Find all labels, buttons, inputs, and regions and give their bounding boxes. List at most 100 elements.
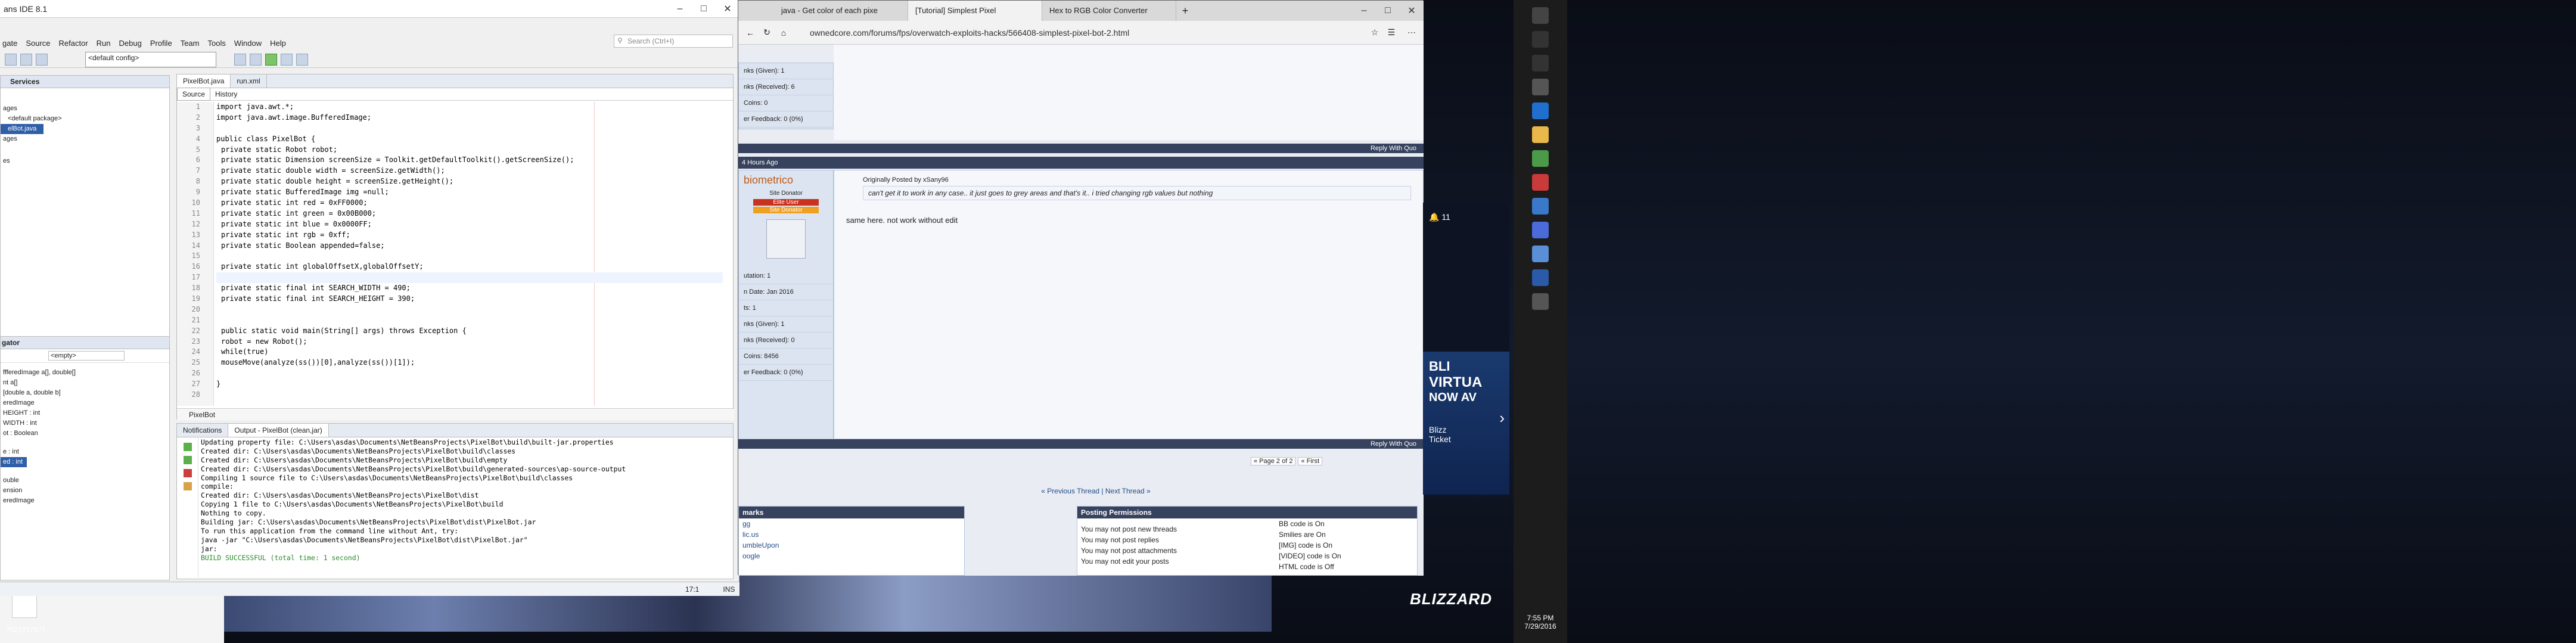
favorite-star-icon[interactable]: ☆ [1366, 27, 1383, 38]
undo-icon[interactable] [20, 53, 32, 66]
rerun-options-icon[interactable] [183, 456, 192, 464]
code-line[interactable]: private static final int SEARCH_HEIGHT =… [216, 294, 723, 305]
code-line[interactable]: private static final int SEARCH_WIDTH = … [216, 283, 723, 294]
navigator-item[interactable]: ension [1, 486, 169, 496]
history-button[interactable]: History [210, 88, 242, 100]
code-line[interactable]: private static int red = 0xFF0000; [216, 198, 723, 209]
navigator-item[interactable]: nt a[] [1, 378, 169, 388]
navigator-item-selected[interactable]: ed : int [1, 457, 27, 467]
code-line[interactable]: private static int rgb = 0xff; [216, 230, 723, 241]
run-icon[interactable] [265, 53, 277, 66]
refresh-icon[interactable]: ↻ [759, 27, 775, 38]
task-view-icon[interactable] [1532, 55, 1549, 72]
config-select[interactable]: <default config> [85, 51, 216, 67]
tree-item[interactable]: ages [1, 134, 169, 144]
smilies-status[interactable]: Smilies are On [1279, 529, 1341, 540]
clean-build-icon[interactable] [250, 53, 262, 66]
code-line[interactable]: private static double width = screenSize… [216, 166, 723, 176]
services-tab[interactable]: Services [1, 76, 169, 88]
code-line[interactable]: mouseMove(analyze(ss())[0],analyze(ss())… [216, 358, 723, 368]
navigator-filter[interactable]: <empty> [48, 351, 125, 361]
bbcode-status[interactable]: BB code is On [1279, 518, 1341, 529]
code-line[interactable]: private static Boolean appended=false; [216, 241, 723, 251]
close-button[interactable]: ✕ [1400, 2, 1424, 20]
app-icon[interactable] [1532, 222, 1549, 238]
menu-help[interactable]: Help [270, 39, 286, 48]
code-line[interactable] [216, 368, 723, 379]
thread-nav[interactable]: « Previous Thread | Next Thread » [977, 487, 1215, 495]
reply-with-quote-link[interactable]: Reply With Quo [1371, 440, 1416, 448]
source-button[interactable]: Source [177, 88, 211, 101]
tree-item[interactable]: ages [1, 104, 169, 114]
navigator-item[interactable]: [double a, double b] [1, 388, 169, 398]
explorer-icon[interactable] [1532, 126, 1549, 143]
settings-icon[interactable] [183, 482, 192, 490]
close-button[interactable]: ✕ [716, 0, 739, 18]
next-arrow-icon[interactable]: › [1499, 409, 1505, 427]
menu-team[interactable]: Team [181, 39, 200, 48]
more-icon[interactable]: ⋯ [1400, 27, 1424, 38]
code-line[interactable]: } [216, 379, 723, 390]
tab-run-xml[interactable]: run.xml [231, 74, 267, 88]
search-icon[interactable] [1532, 31, 1549, 48]
navigator-item[interactable]: e : int [1, 447, 169, 457]
app-icon[interactable] [1532, 150, 1549, 167]
minimize-button[interactable]: – [1352, 2, 1376, 20]
code-line[interactable] [216, 305, 723, 315]
launcher-promo-card[interactable]: BLI VIRTUA NOW AV Blizz Ticket › [1423, 352, 1509, 495]
img-code-status[interactable]: [IMG] code is On [1279, 540, 1341, 551]
menu-run[interactable]: Run [97, 39, 111, 48]
menu-debug[interactable]: Debug [119, 39, 142, 48]
back-icon[interactable]: ← [742, 28, 759, 38]
profile-icon[interactable] [296, 53, 308, 66]
code-line[interactable] [216, 390, 723, 400]
windows-icon[interactable] [1532, 7, 1549, 24]
first-page-link[interactable]: « First [1298, 457, 1323, 465]
rerun-icon[interactable] [183, 443, 192, 451]
code-line[interactable]: private static int globalOffsetX,globalO… [216, 262, 723, 272]
code-line[interactable]: private static Robot robot; [216, 145, 723, 156]
tab-tutorial[interactable]: [Tutorial] Simplest Pixel [908, 1, 1042, 21]
editor-breadcrumb[interactable]: PixelBot [177, 408, 734, 420]
app-icon[interactable] [1532, 174, 1549, 191]
clock[interactable]: 7:55 PM 7/29/2016 [1514, 614, 1567, 638]
tab-pixelbot-java[interactable]: PixelBot.java [177, 74, 231, 88]
url-field[interactable]: ownedcore.com/forums/fps/overwatch-explo… [810, 25, 1275, 41]
code-line[interactable]: private static double height = screenSiz… [216, 176, 723, 187]
code-line[interactable] [216, 123, 723, 134]
code-line[interactable]: public static void main(String[] args) t… [216, 326, 723, 337]
tree-item[interactable]: <default package> [1, 114, 169, 124]
tab-notifications[interactable]: Notifications [177, 424, 229, 437]
tree-item[interactable]: es [1, 156, 169, 166]
navigator-item[interactable]: WIDTH : int [1, 418, 169, 428]
reply-with-quote-link[interactable]: Reply With Quo [1371, 145, 1416, 152]
tab-java-pixel[interactable]: java - Get color of each pixe [774, 1, 908, 21]
menu-tools[interactable]: Tools [207, 39, 225, 48]
bookmark-link[interactable]: gg [739, 518, 964, 529]
minimize-button[interactable]: – [668, 0, 692, 18]
code-line[interactable] [216, 315, 723, 326]
video-code-status[interactable]: [VIDEO] code is On [1279, 551, 1341, 561]
code-line[interactable]: import java.awt.image.BufferedImage; [216, 113, 723, 123]
navigator-tab[interactable]: gator [1, 337, 169, 349]
output-log[interactable]: Updating property file: C:\Users\asdas\D… [201, 438, 731, 577]
menu-profile[interactable]: Profile [150, 39, 172, 48]
avatar[interactable] [766, 219, 806, 259]
navigator-item[interactable]: eredImage [1, 496, 169, 506]
bookmark-link[interactable]: oogle [739, 551, 964, 561]
code-line[interactable]: private static Dimension screenSize = To… [216, 155, 723, 166]
menu-refactor[interactable]: Refactor [59, 39, 88, 48]
code-line[interactable] [216, 272, 723, 284]
code-line[interactable]: robot = new Robot(); [216, 337, 723, 347]
maximize-button[interactable]: □ [1376, 2, 1400, 20]
app-icon[interactable] [1532, 293, 1549, 310]
tab-hex-rgb[interactable]: Hex to RGB Color Converter [1042, 1, 1176, 21]
navigator-item[interactable]: ouble [1, 476, 169, 486]
store-icon[interactable] [1532, 79, 1549, 95]
menu-navigate[interactable]: gate [2, 39, 17, 48]
username-link[interactable]: biometrico [739, 170, 833, 190]
navigator-item[interactable]: HEIGHT : int [1, 408, 169, 418]
redo-icon[interactable] [36, 53, 48, 66]
app-icon[interactable] [1532, 198, 1549, 215]
edge-icon[interactable] [1532, 102, 1549, 119]
